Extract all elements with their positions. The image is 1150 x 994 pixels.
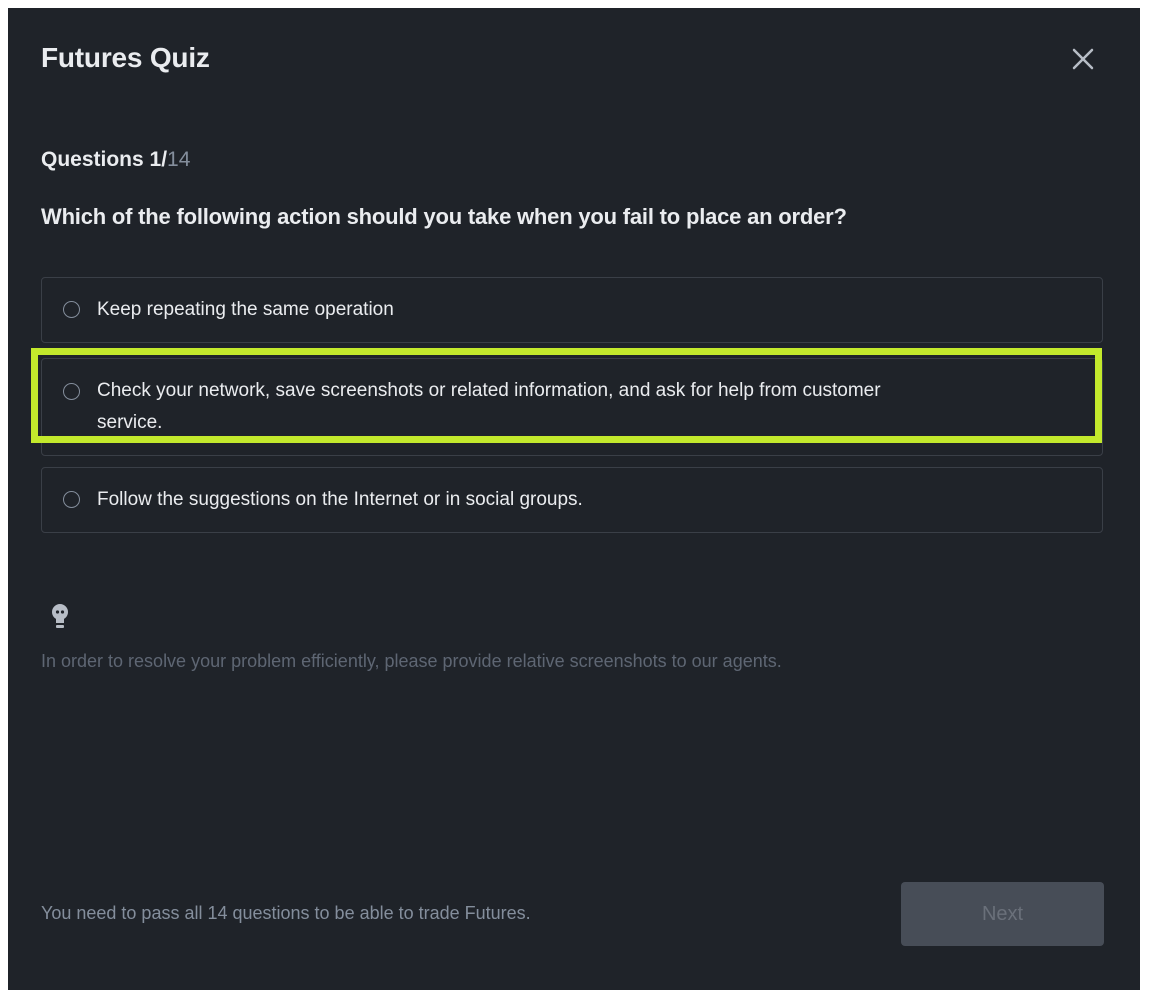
radio-button[interactable] (63, 383, 80, 400)
answer-option-label: Keep repeating the same operation (97, 299, 394, 320)
hint-text: In order to resolve your problem efficie… (41, 651, 782, 671)
answer-option-3[interactable]: Follow the suggestions on the Internet o… (41, 467, 1103, 533)
close-icon[interactable] (1068, 44, 1098, 74)
next-button[interactable]: Next (901, 882, 1104, 946)
answer-option-1[interactable]: Keep repeating the same operation (41, 277, 1103, 343)
lightbulb-icon (49, 602, 71, 632)
radio-button[interactable] (63, 301, 80, 318)
answer-option-label: Follow the suggestions on the Internet o… (97, 489, 583, 510)
answer-option-2[interactable]: Check your network, save screenshots or … (41, 358, 1103, 456)
answer-option-label: Check your network, save screenshots or … (97, 380, 881, 433)
question-counter-current: Questions 1/ (41, 148, 168, 171)
quiz-modal: Futures Quiz Questions 1/14 Which of the… (8, 8, 1140, 990)
footer-note: You need to pass all 14 questions to be … (41, 903, 531, 923)
radio-button[interactable] (63, 491, 80, 508)
question-counter-total: 14 (167, 148, 191, 171)
question-text: Which of the following action should you… (41, 204, 847, 229)
question-counter: Questions 1/14 (41, 148, 190, 172)
modal-title: Futures Quiz (41, 42, 210, 73)
